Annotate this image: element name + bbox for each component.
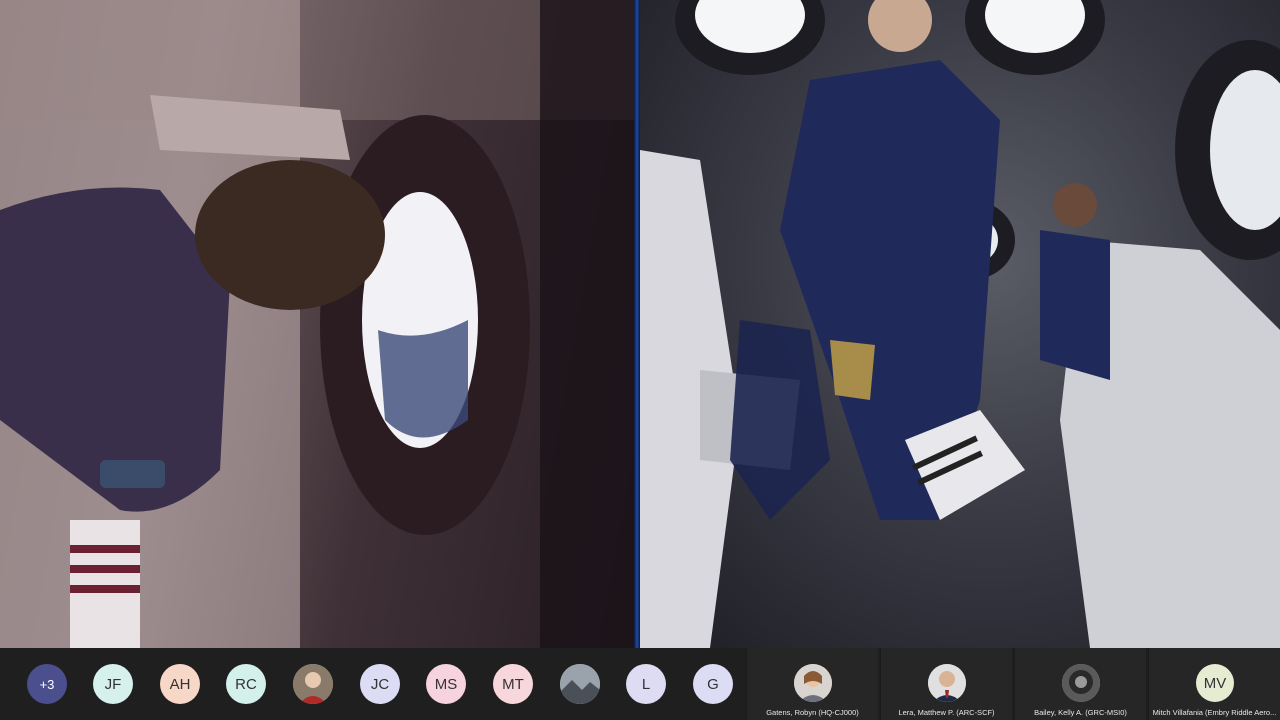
participant-avatar[interactable]: MT	[493, 664, 533, 704]
participant-initials: MV	[1203, 674, 1227, 692]
participant-tile-name: Gatens, Robyn (HQ-CJ000)	[766, 708, 859, 717]
participant-avatar[interactable]: MS	[426, 664, 466, 704]
participant-tiles: Gatens, Robyn (HQ-CJ000) Lera, Matthew P…	[746, 648, 1280, 720]
participant-initials: RC	[235, 675, 257, 693]
participant-initials: AH	[169, 675, 191, 693]
person-photo-icon	[928, 664, 966, 702]
participant-avatar[interactable]: RC	[226, 664, 266, 704]
cabin-scene-right	[640, 0, 1280, 648]
participant-initials: L	[641, 675, 651, 693]
participant-tile-name: Mitch Villafania (Embry Riddle Aero...	[1152, 708, 1277, 717]
participant-avatar[interactable]: JF	[93, 664, 133, 704]
landscape-photo-icon	[560, 664, 600, 704]
participant-tile[interactable]: MV Mitch Villafania (Embry Riddle Aero..…	[1148, 648, 1280, 720]
participant-initials: JC	[370, 675, 390, 693]
shared-video-stage	[0, 0, 1280, 648]
participant-avatar[interactable]: JC	[360, 664, 400, 704]
participant-tile-photo	[794, 664, 832, 702]
meeting-window: +3 JF AH RC JC MS MT L G Gatens, Robyn (…	[0, 0, 1280, 720]
participant-tile-name: Lera, Matthew P. (ARC-SCF)	[898, 708, 995, 717]
participant-tile[interactable]: Bailey, Kelly A. (GRC-MSI0)	[1014, 648, 1146, 720]
participant-initials: G	[707, 675, 719, 693]
cabin-scene-left	[0, 0, 634, 648]
person-photo-icon	[794, 664, 832, 702]
participant-avatar-strip: +3 JF AH RC JC MS MT L G	[0, 648, 746, 720]
participant-avatar[interactable]: L	[626, 664, 666, 704]
person-photo-icon	[293, 664, 333, 704]
participant-tile-name: Bailey, Kelly A. (GRC-MSI0)	[1034, 708, 1127, 717]
video-pane-left[interactable]	[0, 0, 634, 648]
participant-avatar-photo[interactable]	[560, 664, 600, 704]
participant-tile[interactable]: Gatens, Robyn (HQ-CJ000)	[746, 648, 878, 720]
participant-avatar[interactable]: G	[693, 664, 733, 704]
participant-tile-photo	[928, 664, 966, 702]
participants-bar: +3 JF AH RC JC MS MT L G Gatens, Robyn (…	[0, 648, 1280, 720]
video-pane-right[interactable]	[640, 0, 1280, 648]
participant-tile[interactable]: Lera, Matthew P. (ARC-SCF)	[880, 648, 1012, 720]
participant-avatar[interactable]: AH	[160, 664, 200, 704]
more-participants-button[interactable]: +3	[27, 664, 67, 704]
participant-initials: JF	[104, 675, 122, 693]
participant-initials: MT	[502, 675, 524, 693]
more-count-label: +3	[39, 676, 55, 692]
participant-avatar-photo[interactable]	[293, 664, 333, 704]
participant-tile-photo	[1062, 664, 1100, 702]
person-photo-icon	[1062, 664, 1100, 702]
participant-initials: MS	[434, 675, 458, 693]
participant-tile-initials-avatar: MV	[1196, 664, 1234, 702]
